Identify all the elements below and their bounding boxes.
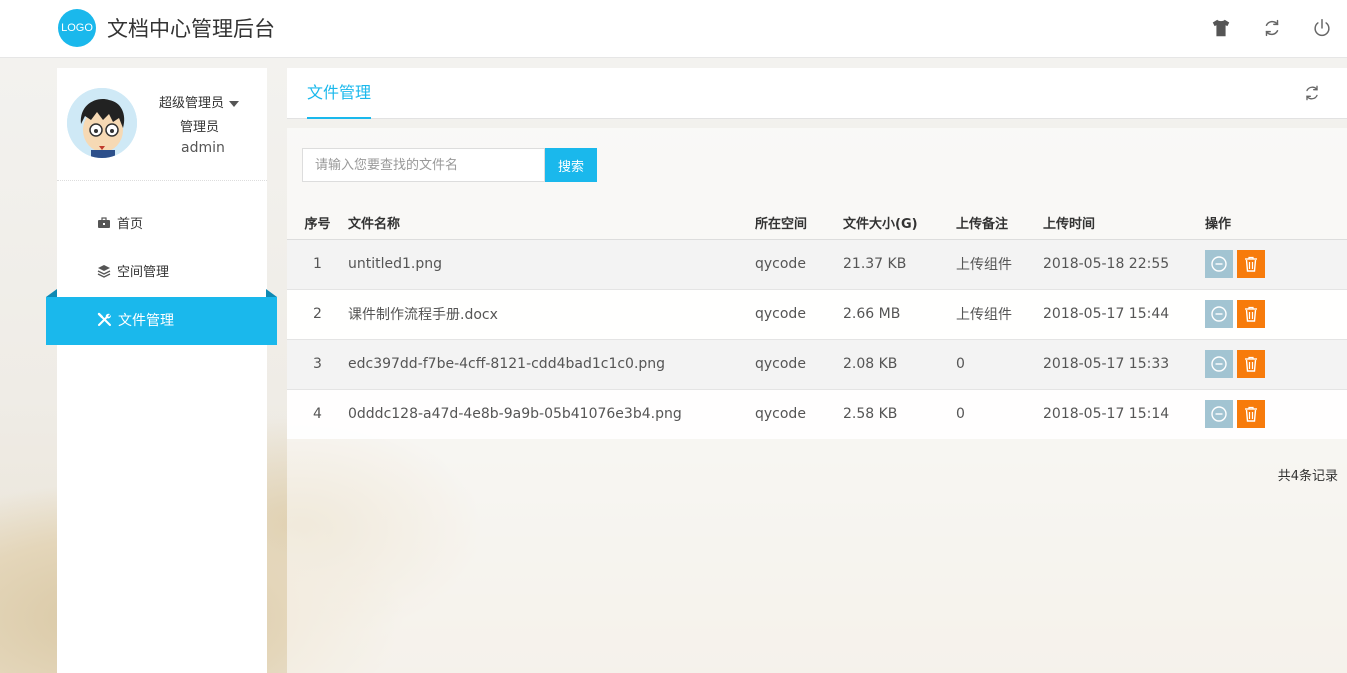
cell-space: qycode: [755, 356, 806, 372]
col-header-space: 所在空间: [755, 206, 843, 240]
sidebar-item-home[interactable]: 首页: [57, 201, 267, 249]
trash-icon: [1245, 356, 1257, 372]
delete-button[interactable]: [1237, 300, 1265, 328]
table-row: 3 edc397dd-f7be-4cff-8121-cdd4bad1c1c0.p…: [287, 339, 1347, 389]
minus-circle-icon: [1211, 256, 1227, 272]
refresh-icon[interactable]: [1261, 17, 1283, 39]
disable-button[interactable]: [1205, 250, 1233, 278]
col-header-actions: 操作: [1205, 206, 1347, 240]
cell-name: untitled1.png: [348, 256, 443, 272]
disable-button[interactable]: [1205, 400, 1233, 429]
user-profile: 超级管理员 管理员 admin: [57, 68, 267, 181]
power-icon[interactable]: [1311, 17, 1333, 39]
logo: LOGO: [58, 9, 96, 47]
cell-actions: [1205, 339, 1347, 389]
disable-button[interactable]: [1205, 350, 1233, 378]
cell-space: qycode: [755, 256, 806, 272]
search-button[interactable]: 搜索: [545, 148, 597, 182]
cell-size: 2.58 KB: [843, 406, 898, 423]
tab-refresh-icon[interactable]: [1302, 83, 1322, 103]
minus-circle-icon: [1211, 306, 1227, 322]
file-table: 序号 文件名称 所在空间 文件大小(G) 上传备注 上传时间 操作 1 unti…: [287, 206, 1347, 439]
role-label: 超级管理员: [159, 96, 225, 111]
minus-circle-icon: [1211, 356, 1227, 372]
trash-icon: [1245, 306, 1257, 322]
delete-button[interactable]: [1237, 400, 1265, 429]
layers-icon: [97, 265, 111, 278]
avatar: [67, 88, 137, 158]
delete-button[interactable]: [1237, 350, 1265, 378]
cell-size: 2.08 KB: [843, 356, 898, 372]
table-row: 2 课件制作流程手册.docx qycode 2.66 MB 上传组件 2018…: [287, 289, 1347, 339]
cell-actions: [1205, 389, 1347, 439]
table-header-row: 序号 文件名称 所在空间 文件大小(G) 上传备注 上传时间 操作: [287, 206, 1347, 240]
disable-button[interactable]: [1205, 300, 1233, 328]
cell-time: 2018-05-17 15:14: [1043, 406, 1170, 423]
delete-button[interactable]: [1237, 250, 1265, 278]
active-fold-left: [46, 289, 57, 297]
cell-remark: 上传组件: [956, 257, 1012, 273]
cell-remark: 0: [956, 406, 965, 423]
search-input[interactable]: [302, 148, 545, 182]
tools-icon: [97, 312, 111, 326]
cell-space: qycode: [755, 306, 806, 322]
sidebar-item-space[interactable]: 空间管理: [57, 249, 267, 297]
tab-file-management[interactable]: 文件管理: [307, 68, 372, 119]
caret-down-icon: [229, 100, 240, 107]
sidebar-item-files[interactable]: 文件管理: [46, 297, 277, 345]
cell-remark: 上传组件: [956, 307, 1012, 323]
col-header-time: 上传时间: [1043, 206, 1205, 240]
tab-bar: 文件管理: [287, 68, 1347, 119]
minus-circle-icon: [1211, 406, 1227, 422]
cell-no: 3: [313, 356, 322, 372]
theme-shirt-icon[interactable]: [1210, 17, 1232, 39]
cell-space: qycode: [755, 406, 806, 423]
sidebar: 超级管理员 管理员 admin 首页 空间管理: [57, 68, 267, 673]
cell-name: 课件制作流程手册.docx: [348, 307, 498, 323]
cell-no: 4: [313, 406, 322, 423]
briefcase-icon: [98, 217, 110, 228]
cell-size: 2.66 MB: [843, 306, 901, 322]
cell-time: 2018-05-17 15:33: [1043, 356, 1170, 372]
cell-size: 21.37 KB: [843, 256, 907, 272]
sidebar-item-label: 空间管理: [117, 265, 170, 280]
active-fold-right: [266, 289, 277, 297]
cell-time: 2018-05-17 15:44: [1043, 306, 1170, 322]
top-header: LOGO 文档中心管理后台: [0, 0, 1347, 58]
app-title: 文档中心管理后台: [107, 17, 275, 41]
table-row: 4 0dddc128-a47d-4e8b-9a9b-05b41076e3b4.p…: [287, 389, 1347, 439]
col-header-size: 文件大小(G): [843, 206, 956, 240]
cell-name: edc397dd-f7be-4cff-8121-cdd4bad1c1c0.png: [348, 356, 666, 372]
col-header-name: 文件名称: [348, 206, 755, 240]
trash-icon: [1245, 407, 1257, 422]
cell-no: 1: [313, 256, 322, 272]
sidebar-item-label: 文件管理: [118, 313, 174, 329]
total-records: 共4条记录: [1277, 469, 1338, 484]
col-header-remark: 上传备注: [956, 206, 1043, 240]
cell-no: 2: [313, 306, 322, 322]
table-row: 1 untitled1.png qycode 21.37 KB 上传组件 201…: [287, 239, 1347, 289]
cell-time: 2018-05-18 22:55: [1043, 256, 1170, 272]
cell-name: 0dddc128-a47d-4e8b-9a9b-05b41076e3b4.png: [348, 406, 682, 423]
file-list-panel: 搜索 序号 文件名称 所在空间 文件大小(G) 上传备注 上传时间 操作 1 u…: [287, 128, 1347, 673]
role-dropdown[interactable]: 超级管理员: [159, 92, 240, 111]
trash-icon: [1245, 256, 1257, 272]
username: admin: [181, 140, 225, 156]
role-sub-label: 管理员: [180, 120, 220, 135]
col-header-no: 序号: [287, 206, 348, 240]
sidebar-item-label: 首页: [117, 217, 144, 232]
cell-remark: 0: [956, 356, 965, 372]
cell-actions: [1205, 289, 1347, 339]
cell-actions: [1205, 239, 1347, 289]
